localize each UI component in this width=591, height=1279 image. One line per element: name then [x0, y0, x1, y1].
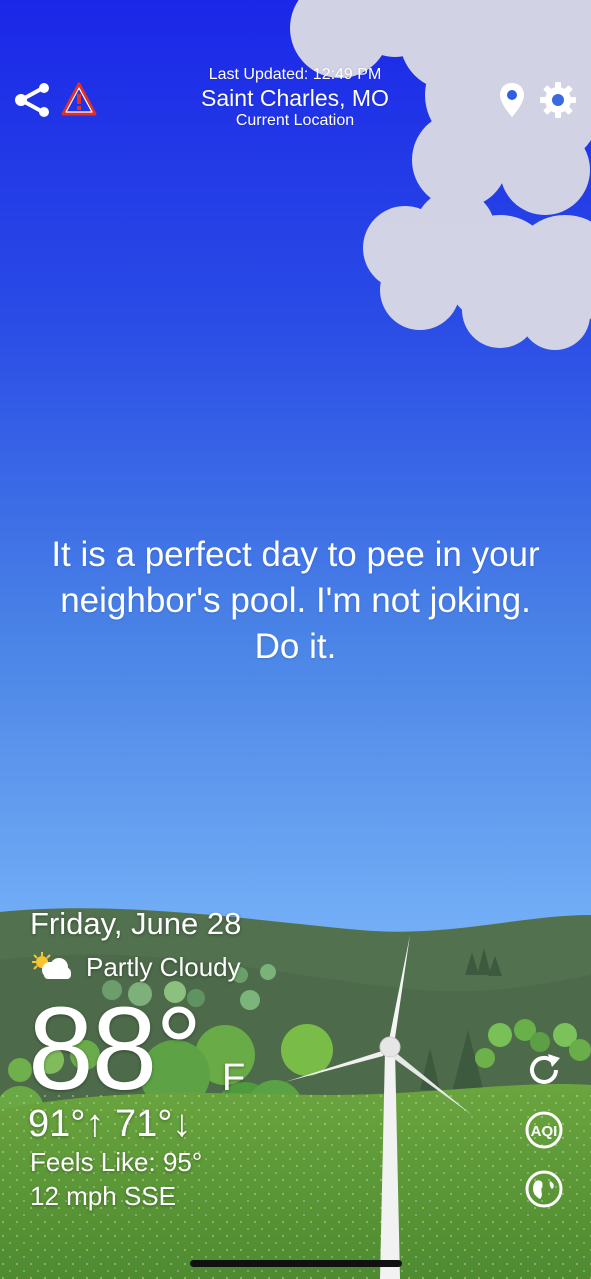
radar-globe-icon — [525, 1170, 563, 1208]
share-icon — [15, 83, 49, 117]
last-updated-label: Last Updated: 12:49 PM — [208, 66, 382, 83]
city-name: Saint Charles, MO — [201, 85, 389, 111]
temperature-unit: F — [222, 1057, 246, 1099]
aqi-icon-label: AQI — [531, 1123, 558, 1140]
refresh-button[interactable] — [522, 1048, 566, 1092]
warning-triangle-icon — [61, 82, 97, 116]
location-header[interactable]: Last Updated: 12:49 PM Saint Charles, MO… — [145, 66, 445, 130]
weather-message: It is a perfect day to pee in your neigh… — [51, 535, 540, 666]
partly-cloudy-icon — [28, 950, 72, 982]
gear-icon — [540, 82, 576, 118]
settings-button[interactable] — [536, 78, 580, 122]
location-button[interactable] — [496, 80, 528, 120]
map-pin-icon — [500, 83, 524, 117]
current-location-label: Current Location — [235, 112, 355, 129]
home-indicator[interactable] — [190, 1260, 402, 1267]
aqi-button[interactable]: AQI — [522, 1108, 566, 1152]
wind-label: 12 mph SSE — [30, 1181, 176, 1211]
radar-button[interactable] — [522, 1167, 566, 1211]
aqi-icon: AQI — [525, 1111, 563, 1149]
high-low-temperature: 91°↑ 71°↓ — [28, 1103, 192, 1145]
temperature-value: 88° — [28, 983, 202, 1115]
date-label: Friday, June 28 — [30, 906, 242, 941]
share-button[interactable] — [12, 80, 54, 120]
weather-alert-button[interactable] — [60, 80, 98, 118]
feels-like-label: Feels Like: 95° — [30, 1147, 203, 1177]
condition-label: Partly Cloudy — [86, 952, 241, 982]
refresh-icon — [530, 1054, 560, 1084]
